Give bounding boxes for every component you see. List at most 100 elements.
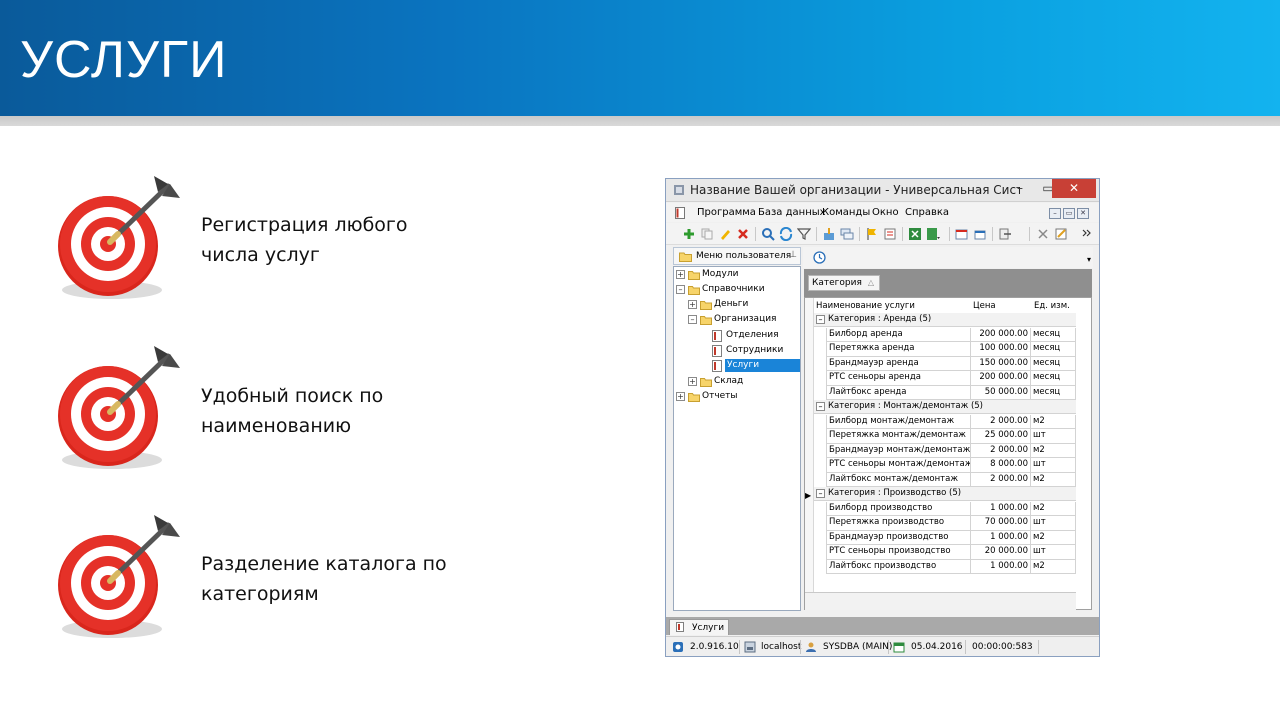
mdi-close-icon[interactable]: ✕ [1077,208,1089,219]
excel-icon[interactable] [908,227,922,241]
user-menu-header: Меню пользователя ⊥ [673,247,801,265]
folder-icon [688,393,700,402]
exit-icon[interactable] [998,227,1012,241]
collapse-icon[interactable]: – [816,489,825,498]
main-toolbar [666,223,1099,245]
table-row[interactable]: РТС сеньоры монтаж/демонтаж 8 000.00 шт [826,458,1076,473]
menu-bar: Программа База данных Команды Окно Справ… [666,203,1099,222]
column-header-name[interactable]: Наименование услуги [816,301,915,311]
excel-dropdown-icon[interactable] [926,227,940,241]
table-row[interactable]: Перетяжка производство 70 000.00 шт [826,516,1076,531]
tree-item-employees[interactable]: Сотрудники [712,344,800,358]
table-row[interactable]: Перетяжка монтаж/демонтаж 25 000.00 шт [826,429,1076,444]
expand-icon[interactable]: + [676,270,685,279]
tree-item-money[interactable]: + Деньги [688,298,798,312]
menu-tree: + Модули – Справочники + Деньги – Органи… [673,266,801,611]
mdi-restore-icon[interactable]: ▭ [1063,208,1075,219]
table-row[interactable]: Брандмауэр монтаж/демонтаж 2 000.00 м2 [826,443,1076,458]
group-row[interactable]: ▶ – Категория : Производство (5) [805,487,1076,501]
clock-icon[interactable] [813,251,826,264]
settings-icon[interactable] [1036,227,1050,241]
table-row[interactable]: РТС сеньоры производство 20 000.00 шт [826,545,1076,560]
table-row[interactable]: РТС сеньоры аренда 200 000.00 месяц [826,371,1076,386]
group-chip-category[interactable]: Категория △ [808,275,880,291]
minimize-button[interactable]: – [1006,179,1034,198]
grid-toolbar: ▾ [803,247,1093,268]
table-row[interactable]: Перетяжка аренда 100 000.00 месяц [826,342,1076,357]
menu-window[interactable]: Окно [872,207,899,218]
tree-item-references[interactable]: – Справочники [676,283,796,297]
tree-item-departments[interactable]: Отделения [712,329,800,343]
new-window-icon[interactable] [955,227,969,241]
tree-item-modules[interactable]: + Модули [676,268,796,282]
tree-item-organization[interactable]: – Организация [688,313,798,327]
slide-header: УСЛУГИ [0,0,1280,116]
delete-icon[interactable] [736,227,750,241]
document-icon [675,207,685,219]
table-row[interactable]: Лайтбокс производство 1 000.00 м2 [826,559,1076,574]
overflow-icon[interactable] [1080,227,1094,241]
table-row[interactable]: Брандмауэр аренда 150 000.00 месяц [826,356,1076,371]
folder-icon [700,301,712,310]
menu-program[interactable]: Программа [697,207,756,218]
table-row[interactable]: Брандмауэр производство 1 000.00 м2 [826,530,1076,545]
title-bar[interactable]: Название Вашей организации - Универсальн… [666,179,1099,202]
mdi-controls: – ▭ ✕ [1047,208,1089,220]
menu-help[interactable]: Справка [905,207,949,218]
group-row[interactable]: – Категория : Монтаж/демонтаж (5) [814,400,1076,414]
column-header-price[interactable]: Цена [973,301,996,311]
group-row[interactable]: – Категория : Аренда (5) [814,313,1076,327]
notes-icon[interactable] [1054,227,1068,241]
tree-item-warehouse[interactable]: + Склад [688,375,798,389]
target-icon [58,515,180,638]
column-header-unit[interactable]: Ед. изм. [1034,301,1070,311]
document-icon [712,360,722,372]
user-icon [806,642,816,652]
toolbar-separator [949,227,950,241]
export-icon[interactable] [822,227,836,241]
dropdown-arrow-icon[interactable]: ▾ [1087,255,1091,264]
target-icon [58,176,180,299]
header-divider [0,116,1280,126]
status-bar: 2.0.916.10 localhost SYSDBA (MAIN) 05.04… [666,636,1099,656]
refresh-icon[interactable] [779,227,793,241]
table-row[interactable]: Лайтбокс монтаж/демонтаж 2 000.00 м2 [826,472,1076,487]
collapse-icon[interactable]: – [688,315,697,324]
toolbar-separator [1029,227,1030,241]
toolbar-separator [902,227,903,241]
add-icon[interactable] [682,227,696,241]
table-row[interactable]: Билборд монтаж/демонтаж 2 000.00 м2 [826,414,1076,429]
cascade-icon[interactable] [973,227,987,241]
collapse-icon[interactable]: – [816,315,825,324]
tree-item-reports[interactable]: + Отчеты [676,390,796,404]
table-row[interactable]: Билборд аренда 200 000.00 месяц [826,327,1076,342]
filter-icon[interactable] [797,227,811,241]
table-row[interactable]: Билборд производство 1 000.00 м2 [826,501,1076,516]
menu-database[interactable]: База данных [758,207,826,218]
close-button[interactable]: ✕ [1052,179,1096,198]
expand-icon[interactable]: + [688,300,697,309]
row-indicator-column [805,298,814,609]
bullet-text: Регистрация любого числа услуг [201,214,408,266]
expand-icon[interactable]: + [676,392,685,401]
menu-commands[interactable]: Команды [822,207,870,218]
services-grid: Наименование услуги Цена Ед. изм. – Кате… [804,297,1092,610]
status-server: localhost [761,642,802,652]
edit-icon[interactable] [718,227,732,241]
document-tabs: Услуги [666,617,1099,635]
table-row[interactable]: Лайтбокс аренда 50 000.00 месяц [826,385,1076,400]
comments-icon[interactable] [840,227,854,241]
tab-services[interactable]: Услуги [669,619,729,635]
mdi-minimize-icon[interactable]: – [1049,208,1061,219]
flag-icon[interactable] [865,227,879,241]
pin-icon[interactable]: ⊥ [789,250,797,260]
toolbar-separator [755,227,756,241]
copy-icon[interactable] [700,227,714,241]
collapse-icon[interactable]: – [676,285,685,294]
list-icon[interactable] [883,227,897,241]
collapse-icon[interactable]: – [816,402,825,411]
target-icon [58,346,180,469]
expand-icon[interactable]: + [688,377,697,386]
search-icon[interactable] [761,227,775,241]
tree-item-services[interactable]: Услуги [712,359,800,373]
